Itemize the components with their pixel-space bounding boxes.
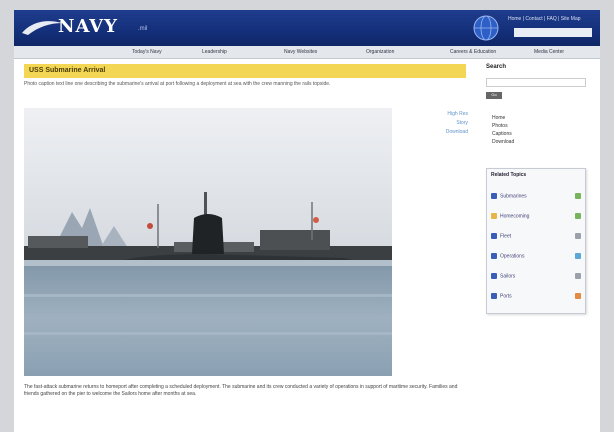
topic-gray-icon — [575, 273, 581, 279]
right-link-list: Home Photos Captions Download — [492, 114, 514, 146]
topic-item[interactable]: Homecoming — [491, 213, 529, 219]
topic-item[interactable]: Ports — [491, 293, 512, 299]
topic-item[interactable]: Submarines — [491, 193, 527, 199]
story-link[interactable]: Story — [424, 119, 468, 128]
site-logo[interactable]: NAVY — [58, 16, 118, 37]
photo-side-links: High Res Story Download — [424, 110, 468, 137]
right-search-input[interactable] — [486, 78, 586, 87]
topic-green-icon — [575, 213, 581, 219]
photo-caption-top: Photo caption text line one describing t… — [24, 81, 331, 87]
nav-item-media-center[interactable]: Media Center — [534, 49, 564, 55]
topic-bullet-icon — [491, 293, 497, 299]
topic-item[interactable]: Sailors — [491, 273, 515, 279]
main-nav: Today's Navy Leadership Navy Websites Or… — [14, 46, 600, 59]
article-body: The fast-attack submarine returns to hom… — [24, 384, 458, 397]
download-link[interactable]: Download — [424, 128, 468, 137]
nav-item-todays-navy[interactable]: Today's Navy — [132, 49, 162, 55]
header-search-input[interactable] — [514, 28, 592, 37]
topic-item[interactable]: Operations — [491, 253, 524, 259]
navy-swoosh-icon — [22, 21, 62, 35]
topic-blue-icon — [575, 253, 581, 259]
article-title: USS Submarine Arrival — [29, 67, 106, 74]
header-links[interactable]: Home | Contact | FAQ | Site Map — [508, 16, 581, 22]
right-link-download[interactable]: Download — [492, 138, 514, 146]
nav-item-careers[interactable]: Careers & Education — [450, 49, 496, 55]
related-topics-heading: Related Topics — [491, 172, 527, 178]
nav-item-navy-websites[interactable]: Navy Websites — [284, 49, 317, 55]
site-logo-sub: .mil — [138, 26, 148, 32]
right-search-button[interactable]: Go — [486, 92, 502, 99]
topic-bullet-icon — [491, 233, 497, 239]
topic-green-icon — [575, 193, 581, 199]
right-search-label: Search — [486, 64, 507, 70]
related-topics-panel: Related Topics Submarines Homecoming Fle… — [486, 168, 586, 314]
globe-icon — [473, 15, 499, 41]
nav-item-organization[interactable]: Organization — [366, 49, 394, 55]
topic-bullet-icon — [491, 213, 497, 219]
nav-item-leadership[interactable]: Leadership — [202, 49, 227, 55]
right-link-photos[interactable]: Photos — [492, 122, 514, 130]
right-link-captions[interactable]: Captions — [492, 130, 514, 138]
submarine-photo[interactable] — [24, 108, 392, 376]
topic-orange-icon — [575, 293, 581, 299]
topic-bullet-icon — [491, 273, 497, 279]
topic-gray-icon — [575, 233, 581, 239]
site-header: NAVY .mil Home | Contact | FAQ | Site Ma… — [14, 10, 600, 46]
high-res-link[interactable]: High Res — [424, 110, 468, 119]
topic-item[interactable]: Fleet — [491, 233, 511, 239]
topic-bullet-icon — [491, 253, 497, 259]
topic-bullet-icon — [491, 193, 497, 199]
right-link-home[interactable]: Home — [492, 114, 514, 122]
article-title-bar: USS Submarine Arrival — [24, 64, 466, 78]
